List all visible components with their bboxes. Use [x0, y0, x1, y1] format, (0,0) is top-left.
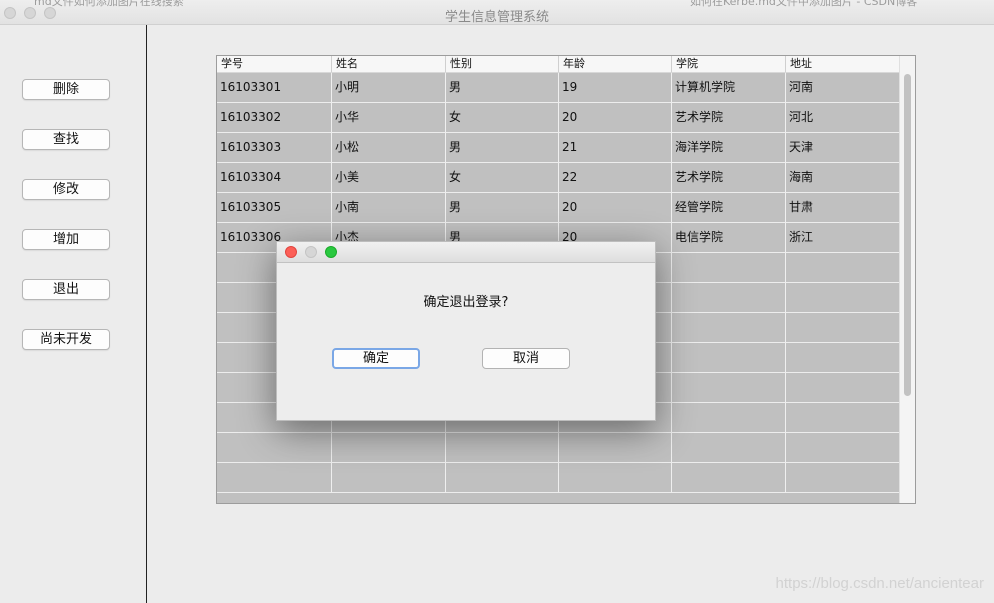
table-cell[interactable]: 小明	[331, 73, 445, 102]
table-cell[interactable]: 22	[558, 163, 671, 192]
watermark: https://blog.csdn.net/ancientear	[775, 575, 984, 592]
scrollbar-thumb[interactable]	[904, 74, 911, 396]
table-cell[interactable]: 小华	[331, 103, 445, 132]
column-header-3[interactable]: 年龄	[558, 56, 671, 72]
table-cell[interactable]	[671, 283, 785, 312]
table-cell[interactable]: 小松	[331, 133, 445, 162]
sidebar-button-2[interactable]: 修改	[22, 179, 110, 200]
window-title: 学生信息管理系统	[444, 10, 549, 25]
table-cell[interactable]	[671, 343, 785, 372]
title-bar: md文件如何添加图片在线搜索 如何在Kerbe.md文件中添加图片 - CSDN…	[0, 0, 994, 25]
cancel-button[interactable]: 取消	[482, 348, 570, 369]
table-cell[interactable]: 浙江	[785, 223, 899, 252]
dialog-minimize-button[interactable]	[305, 246, 317, 258]
table-row[interactable]	[217, 433, 899, 463]
table-cell[interactable]: 河南	[785, 73, 899, 102]
table-cell[interactable]	[785, 403, 899, 432]
column-header-0[interactable]: 学号	[217, 56, 331, 72]
table-cell[interactable]: 16103304	[217, 163, 331, 192]
table-cell[interactable]	[785, 433, 899, 462]
sidebar-button-3[interactable]: 增加	[22, 229, 110, 250]
table-cell[interactable]	[785, 373, 899, 402]
table-cell[interactable]	[785, 253, 899, 282]
column-header-5[interactable]: 地址	[785, 56, 899, 72]
sidebar-button-5[interactable]: 尚未开发	[22, 329, 110, 350]
table-cell[interactable]: 甘肃	[785, 193, 899, 222]
table-cell[interactable]	[785, 313, 899, 342]
table-cell[interactable]	[671, 373, 785, 402]
confirm-button[interactable]: 确定	[332, 348, 420, 369]
panel-divider	[146, 25, 147, 603]
table-cell[interactable]: 男	[445, 73, 558, 102]
table-cell[interactable]	[558, 433, 671, 462]
table-cell[interactable]: 天津	[785, 133, 899, 162]
table-cell[interactable]: 艺术学院	[671, 103, 785, 132]
table-cell[interactable]: 16103303	[217, 133, 331, 162]
table-cell[interactable]: 20	[558, 103, 671, 132]
table-row[interactable]: 16103305 小南男 20 经管学院 甘肃	[217, 193, 899, 223]
table-cell[interactable]: 16103301	[217, 73, 331, 102]
table-cell[interactable]: 艺术学院	[671, 163, 785, 192]
table-cell[interactable]: 计算机学院	[671, 73, 785, 102]
table-cell[interactable]: 20	[558, 193, 671, 222]
sidebar-button-4[interactable]: 退出	[22, 279, 110, 300]
table-cell[interactable]: 海洋学院	[671, 133, 785, 162]
table-row[interactable]: 16103303 小松男 21 海洋学院 天津	[217, 133, 899, 163]
table-cell[interactable]: 16103302	[217, 103, 331, 132]
table-cell[interactable]	[785, 283, 899, 312]
table-row[interactable]: 16103302 小华女 20 艺术学院 河北	[217, 103, 899, 133]
table-cell[interactable]	[331, 463, 445, 492]
table-cell[interactable]	[671, 433, 785, 462]
table-cell[interactable]: 女	[445, 103, 558, 132]
table-cell[interactable]: 河北	[785, 103, 899, 132]
table-cell[interactable]	[217, 463, 331, 492]
dialog-close-button[interactable]	[285, 246, 297, 258]
table-row[interactable]	[217, 463, 899, 493]
column-header-2[interactable]: 性别	[445, 56, 558, 72]
table-cell[interactable]	[785, 343, 899, 372]
table-cell[interactable]: 小美	[331, 163, 445, 192]
table-cell[interactable]	[331, 433, 445, 462]
table-cell[interactable]: 男	[445, 133, 558, 162]
table-row[interactable]: 16103304 小美女 22 艺术学院 海南	[217, 163, 899, 193]
dialog-zoom-button[interactable]	[325, 246, 337, 258]
logout-confirm-dialog: 确定退出登录? 确定 取消	[276, 241, 656, 421]
table-cell[interactable]: 小南	[331, 193, 445, 222]
column-header-4[interactable]: 学院	[671, 56, 785, 72]
sidebar-button-1[interactable]: 查找	[22, 129, 110, 150]
table-cell[interactable]	[671, 403, 785, 432]
table-cell[interactable]	[671, 313, 785, 342]
table-cell[interactable]: 海南	[785, 163, 899, 192]
table-cell[interactable]: 经管学院	[671, 193, 785, 222]
table-cell[interactable]: 16103305	[217, 193, 331, 222]
table-cell[interactable]	[217, 433, 331, 462]
sidebar-button-0[interactable]: 删除	[22, 79, 110, 100]
table-cell[interactable]	[445, 463, 558, 492]
column-header-1[interactable]: 姓名	[331, 56, 445, 72]
table-cell[interactable]: 电信学院	[671, 223, 785, 252]
dialog-message: 确定退出登录?	[423, 295, 509, 310]
table-cell[interactable]: 女	[445, 163, 558, 192]
table-cell[interactable]	[671, 463, 785, 492]
table-cell[interactable]	[445, 433, 558, 462]
table-cell[interactable]: 19	[558, 73, 671, 102]
table-cell[interactable]: 男	[445, 193, 558, 222]
table-cell[interactable]	[558, 463, 671, 492]
dialog-title-bar	[277, 242, 655, 263]
table-cell[interactable]	[785, 463, 899, 492]
main-window: md文件如何添加图片在线搜索 如何在Kerbe.md文件中添加图片 - CSDN…	[0, 0, 994, 603]
table-header: 学号 姓名 性别 年龄 学院 地址	[217, 56, 899, 73]
table-scrollbar[interactable]	[899, 56, 915, 503]
table-cell[interactable]	[671, 253, 785, 282]
table-row[interactable]: 16103301 小明男 19 计算机学院 河南	[217, 73, 899, 103]
table-cell[interactable]: 21	[558, 133, 671, 162]
